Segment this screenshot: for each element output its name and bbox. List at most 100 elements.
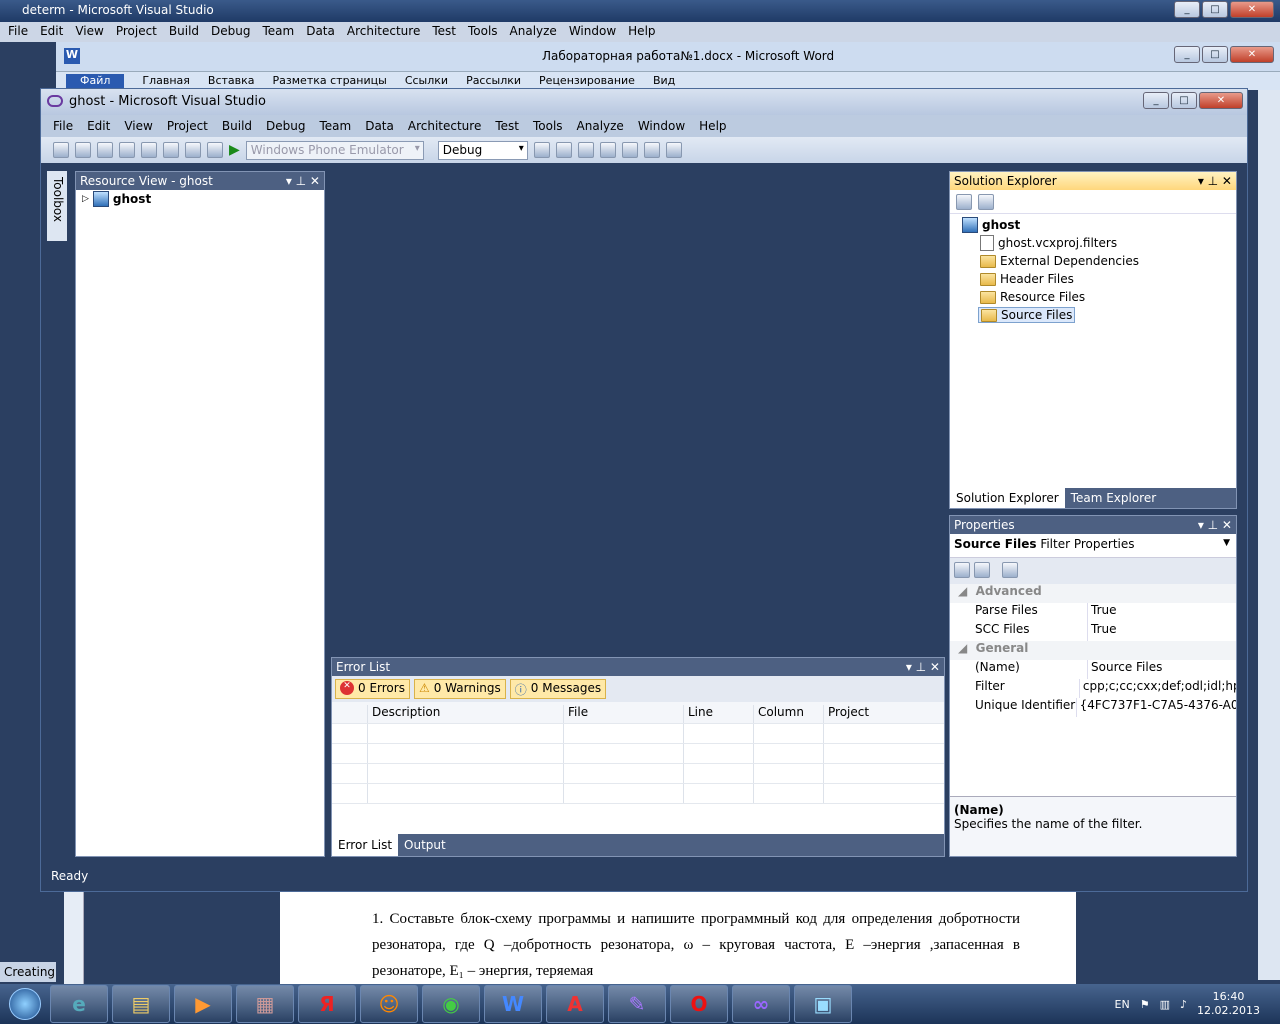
vs-minimize-button[interactable]: _ (1143, 92, 1169, 109)
vs-maximize-button[interactable]: □ (1171, 92, 1197, 109)
property-category[interactable]: ◢ General (950, 641, 1236, 660)
word-tab-layout[interactable]: Разметка страницы (273, 74, 387, 88)
word-tab-mailings[interactable]: Рассылки (466, 74, 521, 88)
start-debugging-icon[interactable]: ▶ (229, 142, 240, 158)
warnings-filter-button[interactable]: ⚠ 0 Warnings (413, 679, 506, 699)
volume-icon[interactable]: ♪ (1180, 998, 1187, 1011)
property-row[interactable]: Filter cpp;c;cc;cxx;def;odl;idl;hpj; (950, 679, 1236, 698)
menu-team[interactable]: Team (262, 24, 294, 40)
paste-icon[interactable] (163, 142, 179, 158)
open-icon[interactable] (75, 142, 91, 158)
property-value[interactable]: cpp;c;cc;cxx;def;odl;idl;hpj; (1080, 679, 1236, 698)
chrome-icon[interactable]: ◉ (422, 985, 480, 1023)
tree-item-filters[interactable]: ghost.vcxproj.filters (950, 234, 1236, 252)
vs-menu-test[interactable]: Test (495, 119, 519, 133)
collapse-icon[interactable]: ◢ (950, 584, 967, 603)
file-explorer-icon[interactable]: ▤ (112, 985, 170, 1023)
extension-icon[interactable] (621, 142, 638, 158)
collapse-icon[interactable]: ◢ (950, 641, 967, 660)
property-row[interactable]: SCC Files True (950, 622, 1236, 641)
column-description[interactable]: Description (368, 705, 564, 723)
word-tab-references[interactable]: Ссылки (405, 74, 448, 88)
menu-build[interactable]: Build (169, 24, 199, 40)
cut-icon[interactable] (119, 142, 135, 158)
word-document-page[interactable]: 1. Составьте блок-схему программы и напи… (280, 892, 1076, 984)
target-device-select[interactable]: Windows Phone Emulator (245, 140, 424, 160)
tree-item-source-files[interactable]: Source Files (950, 306, 1236, 324)
solution-explorer-icon[interactable] (555, 142, 572, 158)
tab-error-list[interactable]: Error List (332, 834, 399, 856)
redo-icon[interactable] (207, 142, 223, 158)
new-project-icon[interactable] (53, 142, 69, 158)
close-button[interactable]: ✕ (1230, 1, 1274, 18)
tree-item-resource-files[interactable]: Resource Files (950, 288, 1236, 306)
property-pages-icon[interactable] (1002, 562, 1018, 578)
vs-menu-edit[interactable]: Edit (87, 119, 110, 133)
find-icon[interactable] (533, 142, 550, 158)
vs-menu-view[interactable]: View (124, 119, 152, 133)
menu-project[interactable]: Project (116, 24, 157, 40)
vs-menu-help[interactable]: Help (699, 119, 726, 133)
menu-test[interactable]: Test (432, 24, 456, 40)
vs-menu-project[interactable]: Project (167, 119, 208, 133)
yandex-icon[interactable]: Я (298, 985, 356, 1023)
visual-studio-icon[interactable]: ✎ (608, 985, 666, 1023)
class-view-icon[interactable] (643, 142, 660, 158)
properties-icon[interactable] (577, 142, 594, 158)
menu-view[interactable]: View (75, 24, 103, 40)
toolbox-tab[interactable]: Toolbox (47, 171, 67, 241)
word-tab-file[interactable]: Файл (66, 74, 125, 88)
tab-output[interactable]: Output (398, 834, 452, 856)
column-line[interactable]: Line (684, 705, 754, 723)
app-icon[interactable]: ▦ (236, 985, 294, 1023)
word-taskbar-icon[interactable]: W (484, 985, 542, 1023)
menu-analyze[interactable]: Analyze (510, 24, 557, 40)
tab-team-explorer[interactable]: Team Explorer (1065, 488, 1163, 508)
vs-menu-data[interactable]: Data (365, 119, 394, 133)
menu-edit[interactable]: Edit (40, 24, 63, 40)
odnoklassniki-icon[interactable]: ☺ (360, 985, 418, 1023)
tools-icon[interactable] (599, 142, 616, 158)
word-tab-insert[interactable]: Вставка (208, 74, 255, 88)
panel-pin-icon[interactable]: ▾ ⊥ ✕ (286, 174, 320, 188)
menu-tools[interactable]: Tools (468, 24, 498, 40)
properties-object-select[interactable]: Source Files Filter Properties ▼ (950, 534, 1236, 558)
column-file[interactable]: File (564, 705, 684, 723)
column-project[interactable]: Project (824, 705, 869, 723)
property-value[interactable]: Source Files (1088, 660, 1162, 679)
start-button[interactable] (0, 984, 50, 1024)
vs-menu-analyze[interactable]: Analyze (577, 119, 624, 133)
language-indicator[interactable]: EN (1115, 998, 1130, 1011)
tree-item-header-files[interactable]: Header Files (950, 270, 1236, 288)
vs-menu-architecture[interactable]: Architecture (408, 119, 481, 133)
word-close-button[interactable]: ✕ (1230, 46, 1274, 63)
property-value[interactable]: True (1088, 603, 1117, 622)
vs-menu-file[interactable]: File (53, 119, 73, 133)
undo-icon[interactable] (185, 142, 201, 158)
word-maximize-button[interactable]: □ (1202, 46, 1228, 63)
minimize-button[interactable]: _ (1174, 1, 1200, 18)
resource-tree-root[interactable]: ▷ ghost (76, 190, 324, 208)
alphabetical-icon[interactable] (974, 562, 990, 578)
clock[interactable]: 16:40 12.02.2013 (1197, 990, 1260, 1018)
menu-file[interactable]: File (8, 24, 28, 40)
panel-controls-icon[interactable]: ▾ ⊥ ✕ (1198, 518, 1232, 532)
vs-menu-window[interactable]: Window (638, 119, 685, 133)
menu-debug[interactable]: Debug (211, 24, 250, 40)
opera-icon[interactable]: O (670, 985, 728, 1023)
categorized-icon[interactable] (954, 562, 970, 578)
errors-filter-button[interactable]: ✕ 0 Errors (335, 679, 410, 699)
acrobat-icon[interactable]: A (546, 985, 604, 1023)
control-panel-icon[interactable]: ▣ (794, 985, 852, 1023)
media-player-icon[interactable]: ▶ (174, 985, 232, 1023)
menu-help[interactable]: Help (628, 24, 655, 40)
word-tab-home[interactable]: Главная (142, 74, 190, 88)
menu-window[interactable]: Window (569, 24, 616, 40)
property-row[interactable]: (Name) Source Files (950, 660, 1236, 679)
vs-menu-tools[interactable]: Tools (533, 119, 563, 133)
vs-menu-debug[interactable]: Debug (266, 119, 305, 133)
properties-toolbar-icon[interactable] (956, 194, 972, 210)
word-scrollbar[interactable] (1258, 90, 1280, 980)
vs-menu-build[interactable]: Build (222, 119, 252, 133)
flag-icon[interactable]: ⚑ (1140, 998, 1150, 1011)
